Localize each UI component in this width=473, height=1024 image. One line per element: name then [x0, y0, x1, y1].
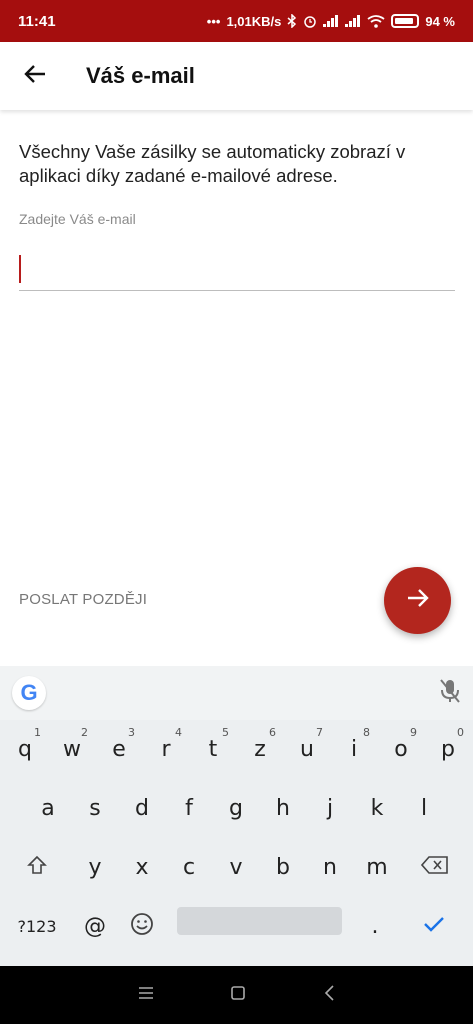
back-nav-icon[interactable]: [323, 984, 335, 1006]
next-button[interactable]: [384, 567, 451, 634]
status-bar: 11:41 ••• 1,01KB/s 94 %: [0, 0, 473, 42]
backspace-key[interactable]: [413, 838, 457, 897]
shift-icon: [27, 855, 47, 881]
system-nav-bar: [0, 966, 473, 1024]
battery-level: 94 %: [425, 13, 455, 29]
key-c[interactable]: c: [167, 838, 211, 897]
key-l[interactable]: l: [402, 779, 446, 838]
keyboard-row-1: q1 w2 e3 r4 t5 z6 u7 i8 o9 p0: [0, 720, 473, 779]
key-p[interactable]: p0: [426, 720, 470, 779]
key-h[interactable]: h: [261, 779, 305, 838]
key-m[interactable]: m: [355, 838, 399, 897]
backspace-icon: [420, 855, 449, 880]
signal-icon: [345, 15, 361, 27]
key-j[interactable]: j: [308, 779, 352, 838]
back-arrow-icon: [24, 64, 46, 89]
keyboard: G q1 w2 e3 r4 t5 z6 u7 i8 o9 p0 a s d f …: [0, 666, 473, 966]
key-x[interactable]: x: [120, 838, 164, 897]
menu-icon[interactable]: [138, 986, 154, 1005]
key-f[interactable]: f: [167, 779, 211, 838]
more-notifications-icon: •••: [206, 13, 221, 29]
key-g[interactable]: g: [214, 779, 258, 838]
key-r[interactable]: r4: [144, 720, 188, 779]
key-q[interactable]: q1: [3, 720, 47, 779]
key-d[interactable]: d: [120, 779, 164, 838]
key-k[interactable]: k: [355, 779, 399, 838]
key-a[interactable]: a: [26, 779, 70, 838]
keyboard-row-4: ?123 @ .: [0, 897, 473, 956]
key-t[interactable]: t5: [191, 720, 235, 779]
key-o[interactable]: o9: [379, 720, 423, 779]
key-i[interactable]: i8: [332, 720, 376, 779]
shift-key[interactable]: [15, 838, 59, 897]
key-z[interactable]: z6: [238, 720, 282, 779]
at-key[interactable]: @: [73, 897, 117, 956]
key-n[interactable]: n: [308, 838, 352, 897]
mic-off-icon[interactable]: [439, 678, 461, 709]
check-icon: [423, 914, 445, 939]
keyboard-row-2: a s d f g h j k l: [0, 779, 473, 838]
page-title: Váš e-mail: [86, 63, 195, 88]
space-key[interactable]: [177, 907, 342, 935]
email-field[interactable]: [19, 237, 455, 291]
key-y[interactable]: y: [73, 838, 117, 897]
network-speed: 1,01KB/s: [226, 13, 282, 29]
key-u[interactable]: u7: [285, 720, 329, 779]
key-s[interactable]: s: [73, 779, 117, 838]
home-icon[interactable]: [230, 985, 246, 1006]
back-button[interactable]: [0, 42, 70, 110]
send-later-button[interactable]: POSLAT POZDĚJI: [19, 591, 147, 608]
signal-icon: [323, 15, 339, 27]
wifi-icon: [367, 14, 385, 28]
bluetooth-icon: [287, 14, 297, 28]
key-w[interactable]: w2: [50, 720, 94, 779]
alarm-icon: [303, 14, 317, 28]
emoji-key[interactable]: [120, 897, 164, 956]
main-content: Všechny Vaše zásilky se automaticky zobr…: [19, 140, 455, 291]
symbols-key[interactable]: ?123: [14, 897, 60, 956]
arrow-right-icon: [407, 588, 429, 613]
keyboard-row-3: y x c v b n m: [0, 838, 473, 897]
key-b[interactable]: b: [261, 838, 305, 897]
status-time: 11:41: [18, 12, 56, 30]
app-bar: Váš e-mail: [0, 42, 473, 110]
text-cursor: [19, 255, 21, 283]
emoji-icon: [130, 912, 154, 942]
email-label: Zadejte Váš e-mail: [19, 211, 136, 227]
battery-icon: [391, 14, 420, 28]
period-key[interactable]: .: [353, 897, 397, 956]
keyboard-suggestion-bar: G: [0, 666, 473, 720]
key-v[interactable]: v: [214, 838, 258, 897]
key-e[interactable]: e3: [97, 720, 141, 779]
done-key[interactable]: [412, 897, 456, 956]
google-icon[interactable]: G: [12, 676, 46, 710]
description-text: Všechny Vaše zásilky se automaticky zobr…: [19, 141, 406, 186]
